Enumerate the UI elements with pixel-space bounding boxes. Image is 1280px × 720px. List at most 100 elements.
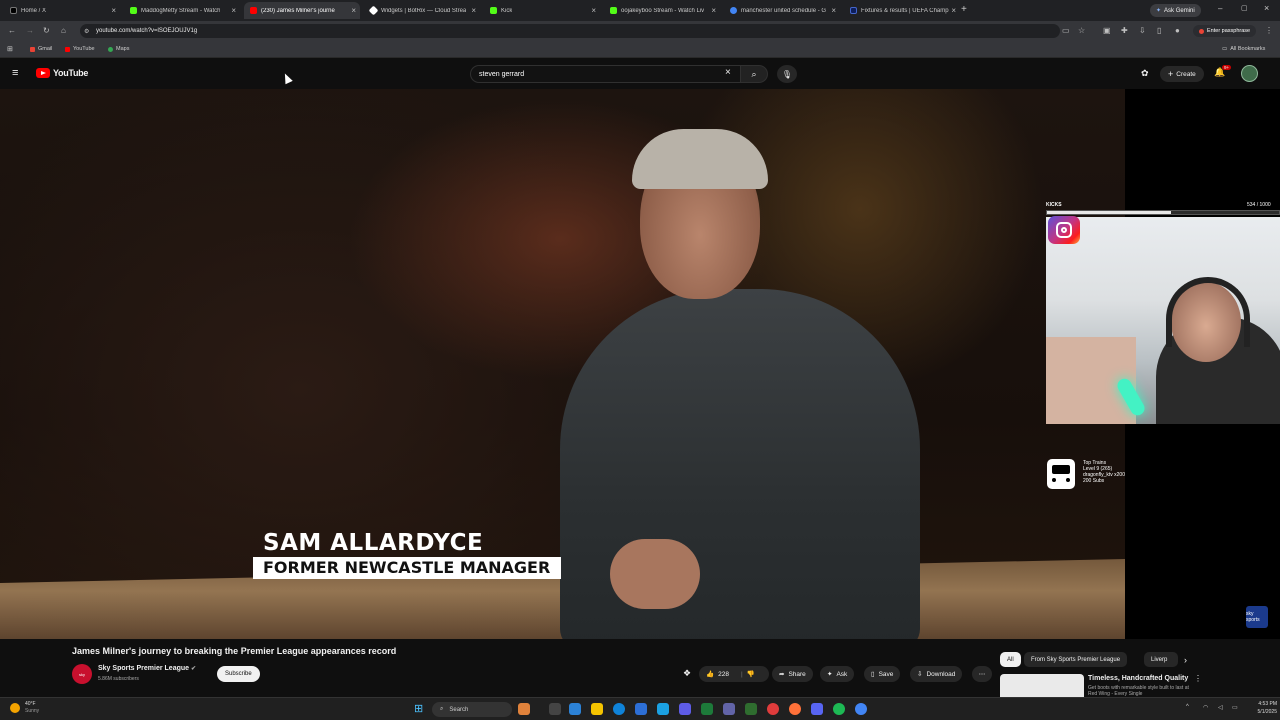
new-tab-icon[interactable]: + — [961, 4, 967, 15]
dislike-icon[interactable]: 👎 — [747, 670, 755, 678]
file-explorer-icon[interactable] — [591, 703, 603, 715]
youtube-logo[interactable]: YouTube — [36, 68, 88, 78]
minimize-icon[interactable]: – — [1218, 4, 1222, 13]
chevron-right-icon[interactable]: › — [1184, 655, 1187, 665]
home-icon[interactable]: ⌂ — [61, 26, 66, 36]
wifi-icon[interactable]: ◠ — [1203, 704, 1208, 711]
copilot-icon[interactable] — [569, 703, 581, 715]
discord-icon[interactable] — [811, 703, 823, 715]
tray-chevron-icon[interactable]: ^ — [1186, 704, 1189, 710]
bookmark-maps[interactable]: Maps — [108, 46, 129, 52]
ad-thumbnail[interactable] — [1000, 674, 1084, 698]
windows-start-icon[interactable]: ⊞ — [414, 702, 423, 715]
extension-icon[interactable]: ▣ — [1103, 26, 1111, 36]
battery-icon[interactable]: ▭ — [1232, 704, 1238, 711]
cast-icon[interactable]: ▭ — [1062, 26, 1070, 36]
close-icon[interactable]: × — [591, 6, 596, 15]
all-bookmarks[interactable]: ▭ All Bookmarks — [1222, 46, 1265, 52]
volume-icon[interactable]: ◁ — [1218, 704, 1223, 711]
channel-name[interactable]: Sky Sports Premier League ✔ — [98, 665, 196, 672]
reload-icon[interactable]: ↻ — [43, 26, 50, 36]
subscriber-count: 5.86M subscribers — [98, 676, 139, 682]
ad-menu-icon[interactable]: ⋮ — [1194, 674, 1202, 683]
firefox-icon[interactable] — [789, 703, 801, 715]
save-button[interactable]: ▯ Save — [864, 666, 901, 682]
download-icon[interactable]: ⇩ — [1139, 26, 1146, 36]
clear-search-icon[interactable]: × — [725, 67, 731, 78]
download-button[interactable]: ⇩ Download — [910, 666, 963, 682]
clock-date[interactable]: 5/1/2025 — [1247, 709, 1277, 715]
tab-uefa[interactable]: Fixtures & results | UEFA Champ × — [844, 2, 960, 19]
ad-title[interactable]: Timeless, Handcrafted Quality — [1088, 675, 1188, 682]
bookmark-star-icon[interactable]: ☆ — [1078, 26, 1085, 36]
like-count[interactable]: 228 — [718, 671, 729, 678]
tab-kick[interactable]: Kick × — [484, 2, 600, 19]
botrix-icon — [368, 5, 379, 16]
close-icon[interactable]: × — [951, 6, 956, 15]
back-icon[interactable]: ← — [8, 26, 16, 36]
close-icon[interactable]: × — [111, 6, 116, 15]
share-button[interactable]: ➦ Share — [772, 666, 813, 682]
tab-youtube-active[interactable]: (230) James Milner's journe × — [244, 2, 360, 19]
puzzle-icon[interactable]: ✚ — [1121, 26, 1128, 36]
taskbar-search[interactable]: ⌕ Search — [432, 702, 512, 717]
close-icon[interactable]: × — [831, 6, 836, 15]
weather-desc: Sunny — [25, 708, 40, 714]
apps-grid-icon[interactable]: ⊞ — [7, 45, 13, 53]
spotify-icon[interactable] — [833, 703, 845, 715]
bookmark-gmail[interactable]: Gmail — [30, 46, 52, 52]
close-icon[interactable]: × — [351, 6, 356, 15]
site-info-icon[interactable]: ⚙ — [84, 27, 89, 37]
edge-icon[interactable] — [613, 703, 625, 715]
chip-all[interactable]: All — [1000, 652, 1021, 667]
sparkle-icon[interactable]: ❖ — [683, 668, 691, 679]
close-icon[interactable]: × — [231, 6, 236, 15]
profile-icon[interactable]: ● — [1175, 26, 1180, 36]
sun-weather-icon[interactable] — [10, 703, 20, 713]
chrome-icon[interactable] — [855, 703, 867, 715]
maximize-icon[interactable]: ▢ — [1241, 4, 1248, 12]
more-actions-button[interactable]: ⋯ — [972, 666, 992, 682]
enter-passphrase-button[interactable]: Enter passphrase — [1193, 25, 1257, 37]
sidebar-icon[interactable]: ▯ — [1157, 26, 1161, 36]
bookmark-youtube[interactable]: YouTube — [65, 46, 95, 52]
tab-oojakeyboo[interactable]: oojakeyboo Stream - Watch Liv × — [604, 2, 720, 19]
voice-search-button[interactable]: 🎙 — [777, 65, 797, 83]
tab-google-search[interactable]: manchester united schedule - G × — [724, 2, 840, 19]
app-icon-3[interactable] — [679, 703, 691, 715]
store-icon[interactable] — [635, 703, 647, 715]
channel-avatar[interactable]: sky — [72, 664, 92, 684]
video-player[interactable]: SAM ALLARDYCE FORMER NEWCASTLE MANAGER — [0, 89, 1125, 639]
chip-liverpool[interactable]: Liverp — [1144, 652, 1178, 667]
address-bar[interactable]: youtube.com/watch?v=lSOEJOUJV1g — [80, 24, 1060, 38]
taskbar-app-icon[interactable] — [518, 703, 530, 715]
forward-icon[interactable]: → — [26, 26, 34, 36]
gift-icon[interactable]: ✿ — [1141, 68, 1149, 79]
close-icon[interactable]: × — [711, 6, 716, 15]
hamburger-menu-icon[interactable]: ≡ — [12, 67, 18, 79]
ask-button[interactable]: ✦ Ask — [820, 666, 855, 682]
task-view-icon[interactable] — [549, 703, 561, 715]
menu-dots-icon[interactable]: ⋮ — [1265, 26, 1273, 36]
chip-from-channel[interactable]: From Sky Sports Premier League — [1024, 652, 1128, 667]
app-icon-4[interactable] — [767, 703, 779, 715]
search-input[interactable]: steven gerrard — [470, 65, 740, 83]
clock-time[interactable]: 4:53 PM — [1247, 701, 1277, 707]
create-button[interactable]: + Create — [1160, 66, 1204, 82]
avatar[interactable] — [1241, 65, 1258, 82]
tab-home-x[interactable]: Home / X × — [4, 2, 120, 19]
ask-gemini-button[interactable]: ✦ Ask Gemini — [1150, 4, 1201, 17]
app-icon-2[interactable] — [657, 703, 669, 715]
window-close-icon[interactable]: × — [1264, 3, 1269, 13]
subscribe-button[interactable]: Subscribe — [217, 666, 260, 682]
excel-icon[interactable] — [701, 703, 713, 715]
teams-icon[interactable] — [723, 703, 735, 715]
search-button[interactable]: ⌕ — [740, 65, 768, 83]
instagram-icon — [1048, 216, 1080, 244]
tab-maddogmetty[interactable]: MaddogMetty Stream - Watch × — [124, 2, 240, 19]
plus-icon: + — [1168, 69, 1174, 79]
close-icon[interactable]: × — [471, 6, 476, 15]
like-icon[interactable]: 👍 — [706, 670, 714, 678]
terminal-icon[interactable] — [745, 703, 757, 715]
tab-botrix[interactable]: Widgets | BotRix — Cloud Strea × — [364, 2, 480, 19]
